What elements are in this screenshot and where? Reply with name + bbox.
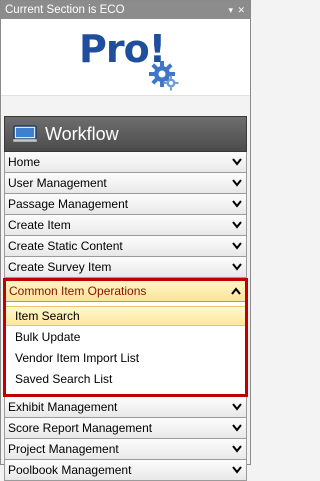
chevron-down-icon <box>232 158 242 166</box>
menu-item-label: Passage Management <box>8 197 129 211</box>
submenu-item-bulk-update[interactable]: Bulk Update <box>6 327 245 347</box>
logo-area: Pro! <box>1 19 250 96</box>
panel-controls-icon[interactable]: ▾ ✕ <box>228 1 246 19</box>
chevron-down-icon <box>232 263 242 271</box>
menu-item-home[interactable]: Home <box>4 152 247 173</box>
menu-item-project-management[interactable]: Project Management <box>4 439 247 460</box>
submenu-item-item-search[interactable]: Item Search <box>6 306 245 326</box>
chevron-down-icon <box>232 466 242 474</box>
panel-title: Current Section is ECO <box>5 4 125 16</box>
submenu: Item Search Bulk Update Vendor Item Impo… <box>6 302 245 394</box>
chevron-down-icon <box>232 403 242 411</box>
menu-item-passage-management[interactable]: Passage Management <box>4 194 247 215</box>
menu-item-label: Score Report Management <box>8 421 153 435</box>
computer-icon <box>13 125 37 143</box>
submenu-item-saved-search-list[interactable]: Saved Search List <box>6 369 245 389</box>
workflow-menu: Home User Management Passage Management … <box>3 152 248 481</box>
workflow-title: Workflow <box>45 123 119 144</box>
menu-item-label: Exhibit Management <box>8 400 118 414</box>
navigation-panel: Current Section is ECO ▾ ✕ Pro! Workflow… <box>0 0 251 481</box>
menu-item-user-management[interactable]: User Management <box>4 173 247 194</box>
chevron-down-icon <box>232 179 242 187</box>
expanded-menu-group: Common Item Operations Item Search Bulk … <box>3 278 248 397</box>
gear-small-icon <box>163 75 179 91</box>
menu-item-exhibit-management[interactable]: Exhibit Management <box>4 397 247 418</box>
menu-item-label: Common Item Operations <box>9 284 147 298</box>
menu-item-common-item-operations[interactable]: Common Item Operations <box>6 281 245 302</box>
submenu-item-vendor-item-import-list[interactable]: Vendor Item Import List <box>6 348 245 368</box>
menu-item-poolbook-management[interactable]: Poolbook Management <box>4 460 247 481</box>
chevron-down-icon <box>232 424 242 432</box>
chevron-down-icon <box>232 221 242 229</box>
chevron-down-icon <box>232 200 242 208</box>
menu-item-label: Poolbook Management <box>8 463 132 477</box>
chevron-down-icon <box>232 445 242 453</box>
menu-item-score-report-management[interactable]: Score Report Management <box>4 418 247 439</box>
menu-item-label: Home <box>8 155 41 169</box>
chevron-down-icon <box>232 242 242 250</box>
menu-item-create-static-content[interactable]: Create Static Content <box>4 236 247 257</box>
menu-item-create-item[interactable]: Create Item <box>4 215 247 236</box>
menu-item-create-survey-item[interactable]: Create Survey Item <box>4 257 247 278</box>
menu-item-label: Project Management <box>8 442 119 456</box>
workflow-header[interactable]: Workflow <box>4 116 247 152</box>
menu-item-label: Create Item <box>8 218 71 232</box>
menu-item-label: Create Static Content <box>8 239 123 253</box>
chevron-up-icon <box>231 287 241 295</box>
panel-title-bar: Current Section is ECO ▾ ✕ <box>1 1 250 19</box>
menu-item-label: User Management <box>8 176 107 190</box>
menu-item-label: Create Survey Item <box>8 260 112 274</box>
